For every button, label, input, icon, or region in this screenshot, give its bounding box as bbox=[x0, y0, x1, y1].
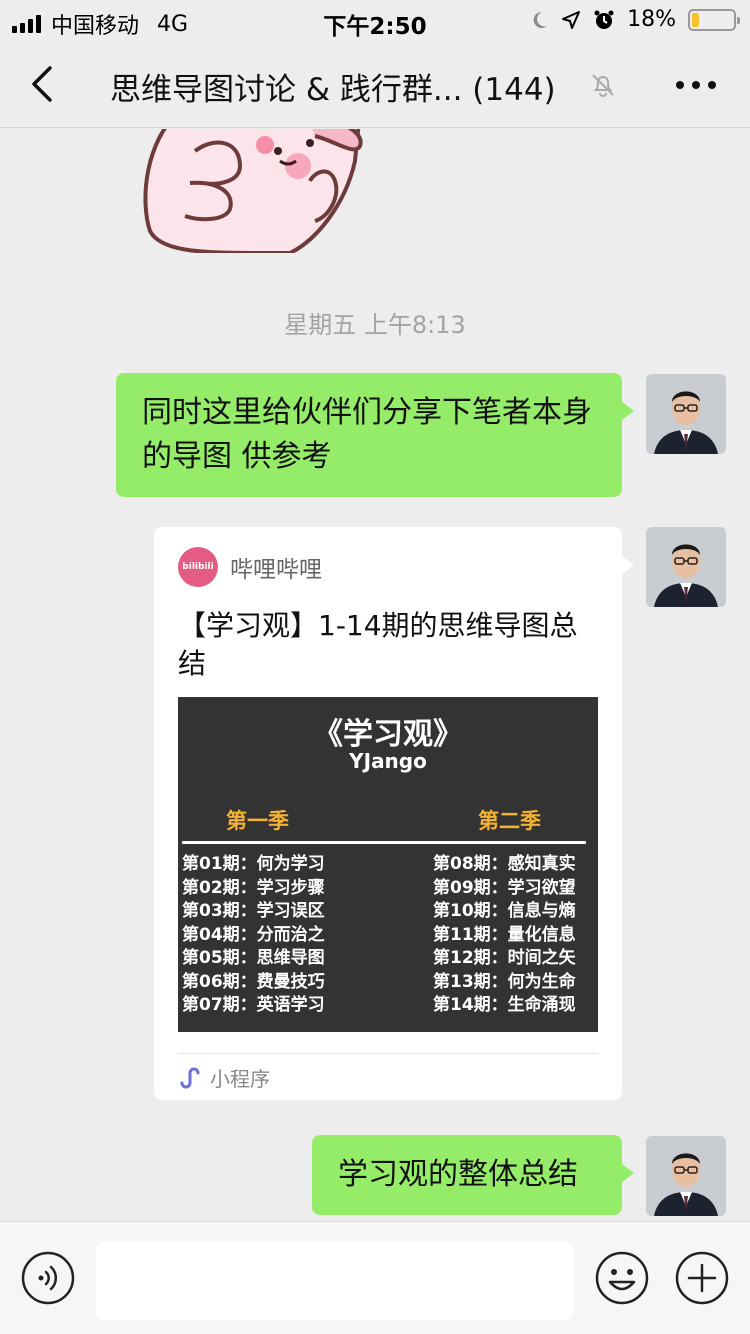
bilibili-logo: bilibili bbox=[178, 547, 218, 587]
avatar[interactable] bbox=[646, 1136, 726, 1216]
mini-program-icon bbox=[180, 1067, 200, 1088]
episode-item: 第03期：学习误区 bbox=[182, 901, 325, 921]
episode-item: 第09期：学习欲望 bbox=[433, 877, 576, 898]
timestamp-separator: 星期五 上午8:13 bbox=[284, 311, 466, 339]
message-text: 同时这里给伙伴们分享下笔者本身的导图 供参考 bbox=[142, 395, 592, 474]
avatar[interactable] bbox=[646, 527, 726, 607]
card-thumbnail: 《学习观》 YJango 第一季 第二季 第01期：何为学习 第02期：学习步骤… bbox=[178, 697, 598, 1032]
emoji-icon[interactable] bbox=[594, 1250, 650, 1306]
episode-item: 第04期：分而治之 bbox=[182, 924, 325, 945]
message-bubble[interactable]: 同时这里给伙伴们分享下笔者本身的导图 供参考 bbox=[116, 373, 634, 497]
season-one-label: 第一季 bbox=[226, 809, 289, 833]
episode-item: 第05期：思维导图 bbox=[182, 948, 325, 968]
thumbnail-divider bbox=[182, 841, 586, 844]
alarm-icon bbox=[594, 10, 614, 29]
episode-item: 第07期：英语学习 bbox=[182, 995, 325, 1015]
card-source: bilibili 哔哩哔哩 bbox=[178, 547, 322, 587]
status-right: 18% bbox=[529, 7, 740, 32]
bell-slash-icon bbox=[592, 74, 614, 97]
ellipsis-icon[interactable] bbox=[676, 70, 716, 100]
card-title: 【学习观】1-14期的思维导图总结 bbox=[178, 609, 578, 680]
input-bar bbox=[0, 1221, 750, 1334]
episode-list-right: 第08期：感知真实 第09期：学习欲望 第10期：信息与熵 第11期：量化信息 … bbox=[433, 853, 576, 1018]
chat-title[interactable]: 思维导图讨论 & 践行群... (144) bbox=[110, 64, 556, 109]
card-footer-label: 小程序 bbox=[210, 1067, 270, 1091]
chevron-left-icon[interactable] bbox=[22, 62, 66, 106]
episode-item: 第12期：时间之矢 bbox=[433, 948, 576, 968]
message-bubble[interactable]: 学习观的整体总结 bbox=[312, 1135, 634, 1215]
chat-area[interactable]: 星期五 上午8:13 同时这里给伙伴们分享下笔者本身的导图 供参考 bilibi… bbox=[0, 129, 750, 1221]
season-two-label: 第二季 bbox=[478, 809, 541, 833]
card-divider bbox=[178, 1053, 598, 1054]
episode-item: 第08期：感知真实 bbox=[433, 854, 576, 874]
nav-bar: 思维导图讨论 & 践行群... (144) bbox=[0, 40, 750, 128]
plus-icon[interactable] bbox=[674, 1250, 730, 1306]
card-footer: 小程序 bbox=[178, 1063, 270, 1092]
message-text: 学习观的整体总结 bbox=[338, 1157, 578, 1192]
location-icon bbox=[562, 10, 581, 29]
episode-list-left: 第01期：何为学习 第02期：学习步骤 第03期：学习误区 第04期：分而治之 … bbox=[182, 853, 325, 1018]
thumbnail-subtitle: YJango bbox=[349, 749, 427, 773]
user-avatar-icon bbox=[646, 527, 726, 607]
rabbit-sticker[interactable] bbox=[140, 129, 365, 253]
thumbnail-title: 《学习观》 bbox=[313, 717, 463, 752]
user-avatar-icon bbox=[646, 374, 726, 454]
message-input[interactable] bbox=[96, 1242, 574, 1320]
status-bar: 中国移动 4G 下午2:50 18% bbox=[0, 0, 750, 40]
voice-icon[interactable] bbox=[20, 1250, 76, 1306]
user-avatar-icon bbox=[646, 1136, 726, 1216]
battery-fill bbox=[692, 12, 699, 27]
battery-percent: 18% bbox=[627, 7, 676, 32]
episode-item: 第14期：生命涌现 bbox=[433, 995, 576, 1015]
moon-icon bbox=[533, 11, 548, 28]
episode-item: 第01期：何为学习 bbox=[182, 854, 325, 874]
episode-item: 第10期：信息与熵 bbox=[433, 901, 576, 921]
card-source-name: 哔哩哔哩 bbox=[230, 557, 322, 583]
mini-program-card[interactable]: bilibili 哔哩哔哩 【学习观】1-14期的思维导图总结 《学习观》 YJ… bbox=[154, 527, 634, 1100]
episode-item: 第13期：何为生命 bbox=[433, 971, 576, 992]
episode-item: 第11期：量化信息 bbox=[433, 924, 576, 945]
battery-icon bbox=[688, 8, 740, 31]
episode-item: 第02期：学习步骤 bbox=[182, 877, 325, 898]
avatar[interactable] bbox=[646, 374, 726, 454]
episode-item: 第06期：费曼技巧 bbox=[182, 971, 325, 992]
